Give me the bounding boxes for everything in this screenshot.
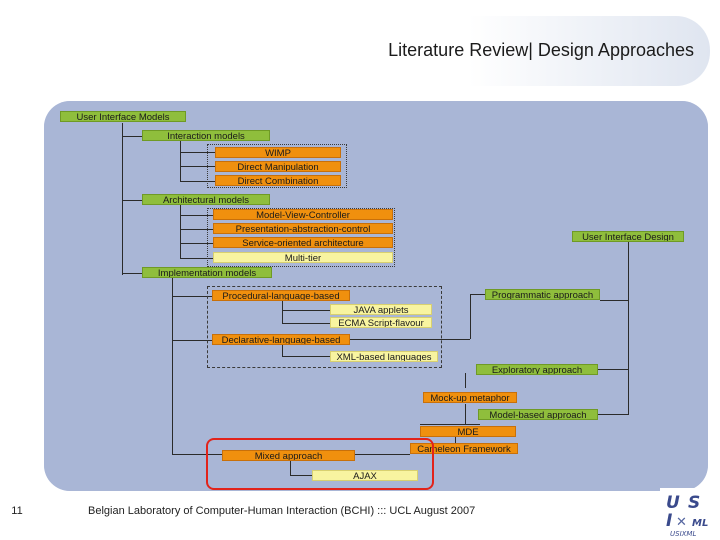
node-soa: Service-oriented architecture xyxy=(213,237,393,248)
node-mde: MDE xyxy=(420,426,516,437)
node-user-interface-models: User Interface Models xyxy=(60,111,186,122)
node-interaction-models: Interaction models xyxy=(142,130,270,141)
usixml-logo-icon: U S I ✕ ML USIXML xyxy=(660,488,716,538)
node-model-based: Model-based approach xyxy=(478,409,598,420)
svg-text:I: I xyxy=(666,511,672,531)
node-wimp: WIMP xyxy=(215,147,341,158)
svg-text:ML: ML xyxy=(692,518,708,529)
node-java-applets: JAVA applets xyxy=(330,304,432,315)
node-exploratory: Exploratory approach xyxy=(476,364,598,375)
node-implementation-models: Implementation models xyxy=(142,267,272,278)
node-pac: Presentation-abstraction-control xyxy=(213,223,393,234)
node-direct-manipulation: Direct Manipulation xyxy=(215,161,341,172)
footer-text: Belgian Laboratory of Computer-Human Int… xyxy=(88,505,476,517)
node-declarative: Declarative-language-based xyxy=(212,334,350,345)
highlight-frame xyxy=(206,438,434,490)
svg-text:U: U xyxy=(666,493,680,513)
node-mockup-metaphor: Mock-up metaphor xyxy=(423,392,517,403)
svg-text:✕: ✕ xyxy=(676,515,687,530)
slide-title: Literature Review| Design Approaches xyxy=(388,40,694,60)
node-procedural: Procedural-language-based xyxy=(212,290,350,301)
page-number: 11 xyxy=(11,505,23,517)
node-programmatic: Programmatic approach xyxy=(485,289,600,300)
node-mvc: Model-View-Controller xyxy=(213,209,393,220)
node-architectural-models: Architectural models xyxy=(142,194,270,205)
title-area: Literature Review| Design Approaches xyxy=(0,0,720,96)
svg-text:USIXML: USIXML xyxy=(670,530,696,538)
footer-bar xyxy=(0,496,720,540)
node-multitier: Multi-tier xyxy=(213,252,393,263)
node-ecma-script: ECMA Script-flavour xyxy=(330,317,432,328)
node-xml-languages: XML-based languages xyxy=(330,351,438,362)
svg-text:S: S xyxy=(688,493,700,513)
node-user-interface-design: User Interface Design xyxy=(572,231,684,242)
node-direct-combination: Direct Combination xyxy=(215,175,341,186)
